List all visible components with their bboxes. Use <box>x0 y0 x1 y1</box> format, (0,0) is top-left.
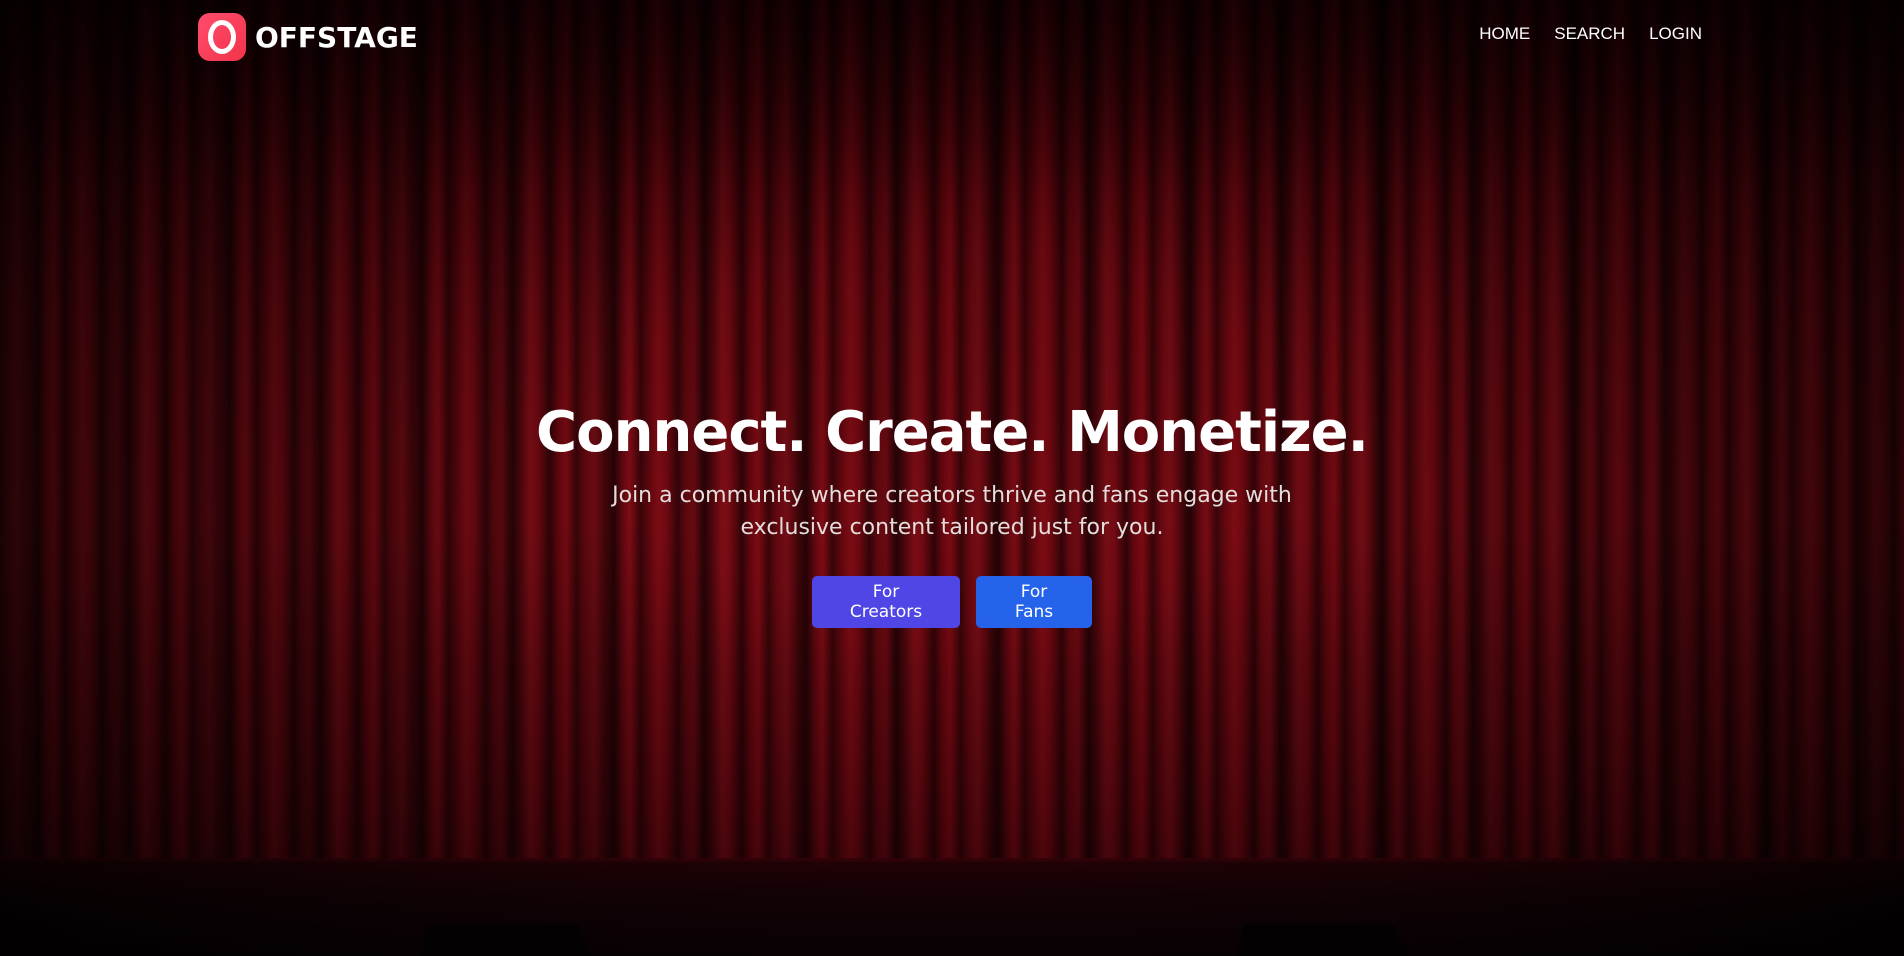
hero-subtitle: Join a community where creators thrive a… <box>612 483 1292 540</box>
hero-section: OFFSTAGE HOME SEARCH LOGIN Connect. Crea… <box>0 0 1904 956</box>
nav-links: HOME SEARCH LOGIN <box>1479 24 1702 44</box>
for-creators-button[interactable]: For Creators <box>812 576 960 628</box>
brand-name: OFFSTAGE <box>255 20 418 54</box>
o-ring-logo-icon <box>198 13 246 61</box>
nav-link-home[interactable]: HOME <box>1479 24 1530 44</box>
cta-buttons: For Creators For Fans <box>0 576 1904 628</box>
hero-content: Connect. Create. Monetize. Join a commun… <box>0 398 1904 628</box>
navbar: OFFSTAGE HOME SEARCH LOGIN <box>0 0 1904 74</box>
nav-link-search[interactable]: SEARCH <box>1554 24 1625 44</box>
brand-home-link[interactable]: OFFSTAGE <box>198 13 418 61</box>
nav-link-login[interactable]: LOGIN <box>1649 24 1702 44</box>
logo-ring <box>208 20 236 54</box>
for-fans-button[interactable]: For Fans <box>976 576 1092 628</box>
hero-headline: Connect. Create. Monetize. <box>536 400 1369 465</box>
